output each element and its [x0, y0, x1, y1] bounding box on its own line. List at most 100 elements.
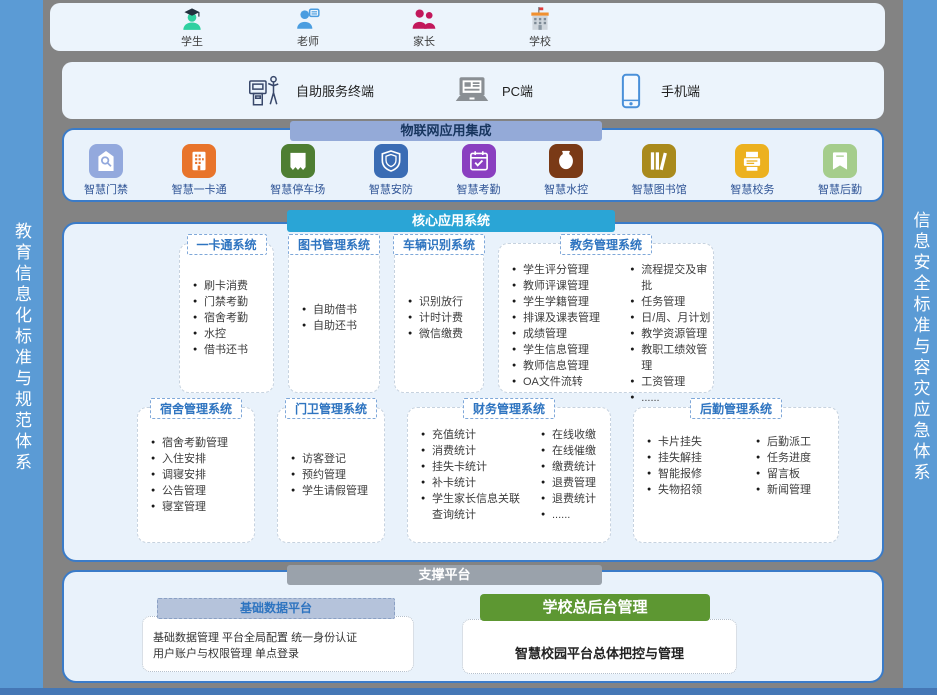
- list-item: 智能报修: [647, 466, 743, 482]
- iot-label: 智慧门禁: [84, 181, 128, 197]
- kiosk-icon: [246, 71, 286, 111]
- iot-label: 智慧图书馆: [632, 181, 687, 197]
- iot-label: 智慧一卡通: [172, 181, 227, 197]
- list-item: 充值统计: [421, 427, 528, 443]
- list-item: 新闻管理: [756, 482, 811, 498]
- school-affairs-icon: [735, 144, 769, 178]
- right-sidebar: 信息安全标准与容灾应急体系: [903, 0, 937, 695]
- user-roles-panel: 学生 老师 家长 学校: [50, 3, 885, 51]
- security-icon: [374, 144, 408, 178]
- core-row-1: 一卡通系统 刷卡消费 门禁考勤 宿舍考勤 水控 借书还书 图书管理系统 自助借书…: [179, 243, 714, 393]
- user-role-label: 家长: [413, 33, 435, 49]
- subsystem-columns: 充值统计 消费统计 挂失卡统计 补卡统计 学生家长信息关联查询统计 在线收缴 在…: [408, 427, 610, 523]
- laptop-icon: [452, 71, 492, 111]
- list-item: 任务管理: [630, 294, 713, 310]
- parents-icon: [411, 6, 437, 32]
- parking-icon: [281, 144, 315, 178]
- list-item: 挂失解挂: [647, 450, 743, 466]
- teacher-icon: [295, 6, 321, 32]
- user-role-label: 学校: [529, 33, 551, 49]
- list-item: 刷卡消费: [193, 278, 270, 294]
- iot-item-logistics: 智慧后勤: [818, 144, 862, 197]
- finance-system-box: 财务管理系统 充值统计 消费统计 挂失卡统计 补卡统计 学生家长信息关联查询统计…: [407, 407, 611, 543]
- iot-label: 智慧水控: [544, 181, 588, 197]
- onecard-icon: [182, 144, 216, 178]
- terminal-pc: PC端: [452, 71, 533, 111]
- list-item: 工资管理: [630, 374, 713, 390]
- subsystem-title: 财务管理系统: [463, 398, 555, 419]
- subsystem-list: 后勤派工 任务进度 留言板 新闻管理: [743, 434, 811, 498]
- iot-label: 智慧后勤: [818, 181, 862, 197]
- list-item: 水控: [193, 326, 270, 342]
- subsystem-title: 门卫管理系统: [285, 398, 377, 419]
- terminal-label: 自助服务终端: [296, 81, 374, 100]
- logistics-icon: [823, 144, 857, 178]
- left-sidebar-label: 教育信息化标准与规范体系: [9, 222, 34, 474]
- list-item: 访客登记: [291, 451, 381, 467]
- list-item: 公告管理: [151, 483, 251, 499]
- water-control-icon: [549, 144, 583, 178]
- onecard-system-box: 一卡通系统 刷卡消费 门禁考勤 宿舍考勤 水控 借书还书: [179, 243, 274, 393]
- gatekeeper-system-box: 门卫管理系统 访客登记 预约管理 学生请假管理: [277, 407, 385, 543]
- list-item: 退费管理: [541, 475, 596, 491]
- list-item: 自助还书: [302, 318, 376, 334]
- user-role-parents: 家长: [394, 6, 454, 49]
- core-systems-panel: 核心应用系统 一卡通系统 刷卡消费 门禁考勤 宿舍考勤 水控 借书还书 图书管理…: [62, 222, 884, 562]
- iot-banner: 物联网应用集成: [290, 121, 602, 141]
- iot-panel: 物联网应用集成 智慧门禁 智慧一卡通 智慧停车场: [62, 128, 884, 202]
- list-item: 卡片挂失: [647, 434, 743, 450]
- user-role-student: 学生: [162, 6, 222, 49]
- list-item: 缴费统计: [541, 459, 596, 475]
- iot-label: 智慧安防: [369, 181, 413, 197]
- student-icon: [179, 6, 205, 32]
- bottom-accent-bar: [0, 688, 937, 695]
- iot-item-access: 智慧门禁: [84, 144, 128, 197]
- terminals-panel: 自助服务终端 PC端 手机端: [62, 62, 884, 119]
- list-item: 学生信息管理: [512, 342, 617, 358]
- list-item: 成绩管理: [512, 326, 617, 342]
- subsystem-list: 自助借书 自助还书: [289, 302, 379, 334]
- subsystem-list: 学生评分管理 教师评课管理 学生学籍管理 排课及课表管理 成绩管理 学生信息管理…: [499, 262, 617, 406]
- dormitory-system-box: 宿舍管理系统 宿舍考勤管理 入住安排 调寝安排 公告管理 寝室管理: [137, 407, 255, 543]
- list-item: 教师信息管理: [512, 358, 617, 374]
- list-item: 计时计费: [408, 310, 480, 326]
- list-item: 退费统计: [541, 491, 596, 507]
- subsystem-title: 一卡通系统: [186, 234, 266, 255]
- list-item: 学生评分管理: [512, 262, 617, 278]
- subsystem-list: 访客登记 预约管理 学生请假管理: [278, 451, 384, 499]
- list-item: 留言板: [756, 466, 811, 482]
- subsystem-title: 教务管理系统: [560, 234, 652, 255]
- subsystem-list: 在线收缴 在线催缴 缴费统计 退费管理 退费统计 ......: [528, 427, 596, 523]
- list-item: 排课及课表管理: [512, 310, 617, 326]
- list-item: 教学资源管理: [630, 326, 713, 342]
- list-item: 教师评课管理: [512, 278, 617, 294]
- iot-item-attendance: 智慧考勤: [457, 144, 501, 197]
- subsystem-list: 流程提交及审批 任务管理 日/周、月计划 教学资源管理 教职工绩效管理 工资管理…: [617, 262, 713, 406]
- base-data-platform-box: 基础数据管理 平台全局配置 统一身份认证 用户账户与权限管理 单点登录: [142, 616, 414, 672]
- subsystem-columns: 学生评分管理 教师评课管理 学生学籍管理 排课及课表管理 成绩管理 学生信息管理…: [499, 262, 713, 406]
- list-item: 识别放行: [408, 294, 480, 310]
- list-item: 补卡统计: [421, 475, 528, 491]
- school-icon: [527, 6, 553, 32]
- user-role-label: 老师: [297, 33, 319, 49]
- list-item: 失物招领: [647, 482, 743, 498]
- school-admin-title: 学校总后台管理: [480, 594, 710, 621]
- base-data-line: 基础数据管理 平台全局配置 统一身份认证: [153, 630, 413, 646]
- iot-icons-row: 智慧门禁 智慧一卡通 智慧停车场 智慧安防: [84, 144, 862, 197]
- list-item: 日/周、月计划: [630, 310, 713, 326]
- list-item: 寝室管理: [151, 499, 251, 515]
- terminal-label: 手机端: [661, 81, 700, 100]
- core-row-2: 宿舍管理系统 宿舍考勤管理 入住安排 调寝安排 公告管理 寝室管理 门卫管理系统…: [137, 407, 839, 543]
- terminal-mobile: 手机端: [611, 71, 700, 111]
- list-item: ......: [541, 507, 596, 523]
- user-role-school: 学校: [510, 6, 570, 49]
- subsystem-title: 后勤管理系统: [690, 398, 782, 419]
- iot-label: 智慧校务: [730, 181, 774, 197]
- support-banner: 支撑平台: [287, 565, 602, 585]
- list-item: 教职工绩效管理: [630, 342, 713, 374]
- list-item: 任务进度: [756, 450, 811, 466]
- school-admin-box: 智慧校园平台总体把控与管理: [462, 619, 737, 674]
- list-item: 微信缴费: [408, 326, 480, 342]
- list-item: 在线收缴: [541, 427, 596, 443]
- iot-label: 智慧停车场: [270, 181, 325, 197]
